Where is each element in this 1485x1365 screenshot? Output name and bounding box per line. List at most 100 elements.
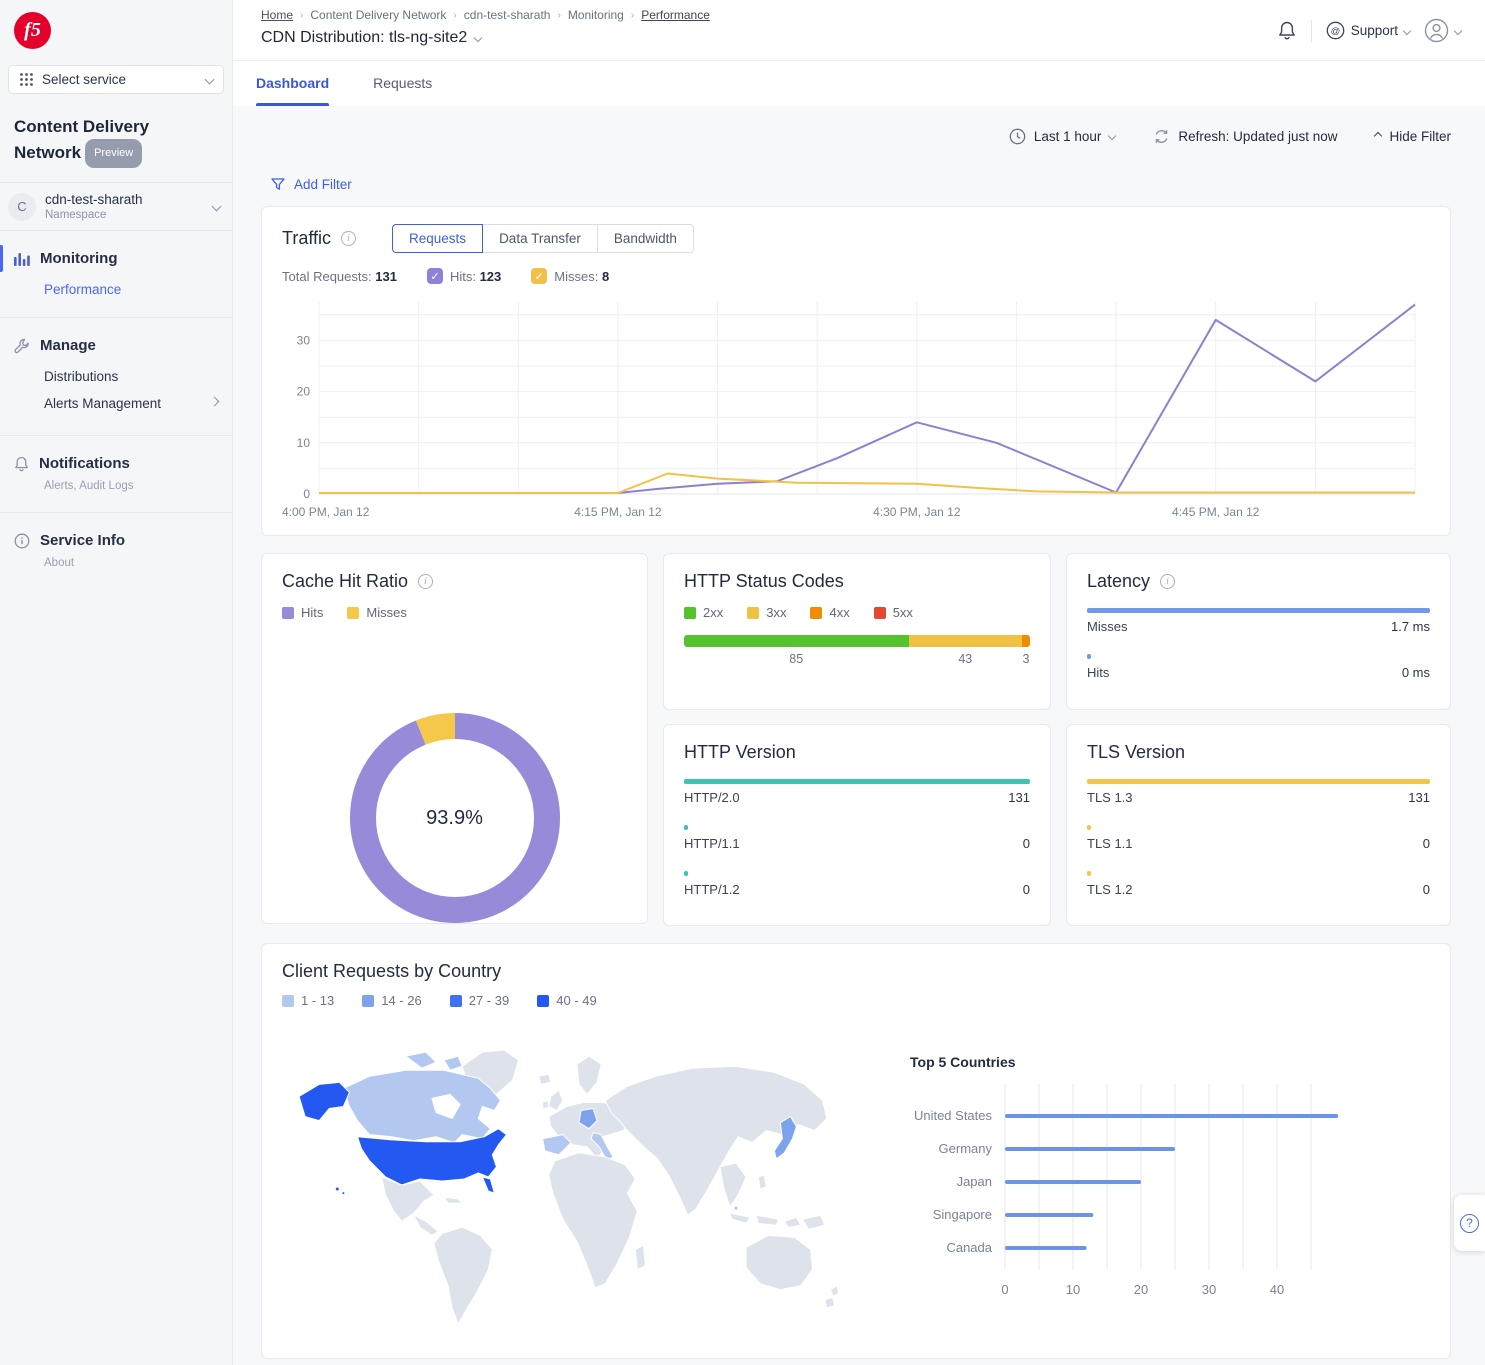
add-filter-label: Add Filter xyxy=(294,177,352,192)
breadcrumb-monitoring[interactable]: Monitoring xyxy=(568,8,624,22)
info-icon: i xyxy=(341,231,356,246)
traffic-line-chart: 01020304:00 PM, Jan 124:15 PM, Jan 124:3… xyxy=(282,294,1430,523)
refresh-label: Refresh: Updated just now xyxy=(1178,129,1337,144)
hits-stat: ✓ Hits: 123 xyxy=(427,268,501,284)
tab-bar: Dashboard Requests xyxy=(233,61,1485,106)
traffic-tab-bandwidth[interactable]: Bandwidth xyxy=(597,224,694,253)
info-icon: i xyxy=(1160,574,1175,589)
sidebar-item-monitoring[interactable]: Monitoring xyxy=(0,243,232,274)
chevron-right-icon xyxy=(210,397,220,407)
chevron-down-icon xyxy=(1403,26,1411,34)
breadcrumb-performance[interactable]: Performance xyxy=(641,8,710,22)
page-title-dropdown[interactable]: CDN Distribution: tls-ng-site2 xyxy=(261,29,710,47)
status-card-title: HTTP Status Codes xyxy=(684,571,1030,592)
notifications-caption: Alerts, Audit Logs xyxy=(0,479,232,492)
map-legend: 1 - 1314 - 2627 - 3940 - 49 xyxy=(282,993,1430,1008)
map-legend-item: 40 - 49 xyxy=(537,993,596,1008)
legend-item: 3xx xyxy=(747,605,786,620)
grid-icon xyxy=(19,72,34,87)
sidebar-item-performance[interactable]: Performance xyxy=(0,274,232,301)
svg-text:0: 0 xyxy=(1001,1282,1008,1297)
clock-icon xyxy=(1009,128,1026,145)
select-service-dropdown[interactable]: Select service xyxy=(8,65,224,94)
wrench-icon xyxy=(14,338,30,354)
sidebar-item-manage[interactable]: Manage xyxy=(0,330,232,361)
map-legend-item: 14 - 26 xyxy=(362,993,421,1008)
chevron-up-icon xyxy=(1374,132,1382,140)
total-requests-stat: Total Requests: 131 xyxy=(282,269,397,284)
sidebar-item-alerts-management[interactable]: Alerts Management xyxy=(0,388,161,415)
support-label: Support xyxy=(1351,23,1398,38)
hide-filter-button[interactable]: Hide Filter xyxy=(1375,129,1451,144)
http-version-bars: HTTP/2.0131 HTTP/1.10 HTTP/1.20 xyxy=(684,779,1030,897)
tls-version-card-title: TLS Version xyxy=(1087,742,1430,763)
tab-requests[interactable]: Requests xyxy=(373,61,432,106)
svg-text:Japan: Japan xyxy=(957,1174,992,1189)
map-legend-item: 27 - 39 xyxy=(450,993,509,1008)
time-range-dropdown[interactable]: Last 1 hour xyxy=(1009,128,1116,145)
notifications-bell-icon[interactable] xyxy=(1277,20,1297,41)
refresh-button[interactable]: Refresh: Updated just now xyxy=(1153,128,1337,145)
client-requests-by-country-card: Client Requests by Country 1 - 1314 - 26… xyxy=(261,943,1451,1359)
traffic-card: Traffici Requests Data Transfer Bandwidt… xyxy=(261,206,1451,536)
latency-bars: Misses1.7 ms Hits0 ms xyxy=(1087,608,1430,680)
legend-item: 4xx xyxy=(810,605,849,620)
meter-row: HTTP/1.20 xyxy=(684,871,1030,897)
svg-text:10: 10 xyxy=(1066,1282,1080,1297)
sidebar-item-service-info[interactable]: Service Info xyxy=(0,525,232,556)
traffic-card-title: Traffici xyxy=(282,228,356,249)
info-icon: i xyxy=(418,574,433,589)
namespace-name: cdn-test-sharath xyxy=(45,192,143,207)
svg-text:30: 30 xyxy=(297,333,311,347)
breadcrumb-namespace[interactable]: cdn-test-sharath xyxy=(464,8,551,22)
breadcrumb-cdn[interactable]: Content Delivery Network xyxy=(310,8,446,22)
top5-countries-title: Top 5 Countries xyxy=(910,1054,1430,1070)
support-menu[interactable]: @ Support xyxy=(1326,21,1410,40)
latency-card-title: Latencyi xyxy=(1087,571,1430,592)
svg-text:Canada: Canada xyxy=(946,1240,992,1255)
svg-text:United States: United States xyxy=(914,1108,993,1123)
svg-text:20: 20 xyxy=(297,385,311,399)
hits-checkbox[interactable]: ✓ xyxy=(427,268,443,284)
legend-item: Hits xyxy=(282,605,323,620)
add-filter-button[interactable]: Add Filter xyxy=(261,176,1451,192)
sidebar: f5 Select service Content Delivery Netwo… xyxy=(0,0,233,1365)
namespace-selector[interactable]: C cdn-test-sharath Namespace xyxy=(0,183,232,230)
cache-card-title: Cache Hit Ratioi xyxy=(282,571,627,592)
sidebar-item-notifications[interactable]: Notifications xyxy=(0,448,232,479)
meter-row: TLS 1.20 xyxy=(1087,871,1430,897)
status-legend: 2xx3xx4xx5xx xyxy=(684,605,1030,620)
meter-row: TLS 1.3131 xyxy=(1087,779,1430,805)
svg-text:4:00 PM, Jan 12: 4:00 PM, Jan 12 xyxy=(282,505,370,518)
country-card-title: Client Requests by Country xyxy=(282,961,1430,982)
legend-item: 5xx xyxy=(874,605,913,620)
traffic-tab-data-transfer[interactable]: Data Transfer xyxy=(482,224,598,253)
help-icon: ? xyxy=(1460,1214,1479,1233)
breadcrumb-home[interactable]: Home xyxy=(261,8,293,22)
latency-card: Latencyi Misses1.7 ms Hits0 ms xyxy=(1066,553,1451,710)
legend-item: Misses xyxy=(347,605,406,620)
svg-text:0: 0 xyxy=(303,487,310,501)
f5-logo: f5 xyxy=(14,12,51,49)
svg-text:40: 40 xyxy=(1270,1282,1284,1297)
tls-version-bars: TLS 1.3131 TLS 1.10 TLS 1.20 xyxy=(1087,779,1430,897)
status-segment-2xx: 85 xyxy=(684,635,909,647)
refresh-icon xyxy=(1153,128,1170,145)
account-menu[interactable] xyxy=(1424,18,1461,43)
tab-dashboard[interactable]: Dashboard xyxy=(256,61,329,106)
traffic-tab-requests[interactable]: Requests xyxy=(392,224,483,253)
misses-checkbox[interactable]: ✓ xyxy=(531,268,547,284)
help-button[interactable]: ? xyxy=(1454,1195,1485,1251)
http-version-card: HTTP Version HTTP/2.0131 HTTP/1.10 HTTP/… xyxy=(663,724,1051,926)
bar-chart-icon xyxy=(14,251,30,266)
hide-filter-label: Hide Filter xyxy=(1389,129,1451,144)
svg-text:4:45 PM, Jan 12: 4:45 PM, Jan 12 xyxy=(1172,505,1260,518)
traffic-view-switcher: Requests Data Transfer Bandwidth xyxy=(392,224,694,253)
chevron-down-icon xyxy=(205,75,215,85)
preview-badge: Preview xyxy=(85,139,142,168)
meter-row: HTTP/1.10 xyxy=(684,825,1030,851)
namespace-sublabel: Namespace xyxy=(45,209,143,221)
misses-stat: ✓ Misses: 8 xyxy=(531,268,609,284)
svg-text:30: 30 xyxy=(1202,1282,1216,1297)
sidebar-item-distributions[interactable]: Distributions xyxy=(0,361,232,388)
